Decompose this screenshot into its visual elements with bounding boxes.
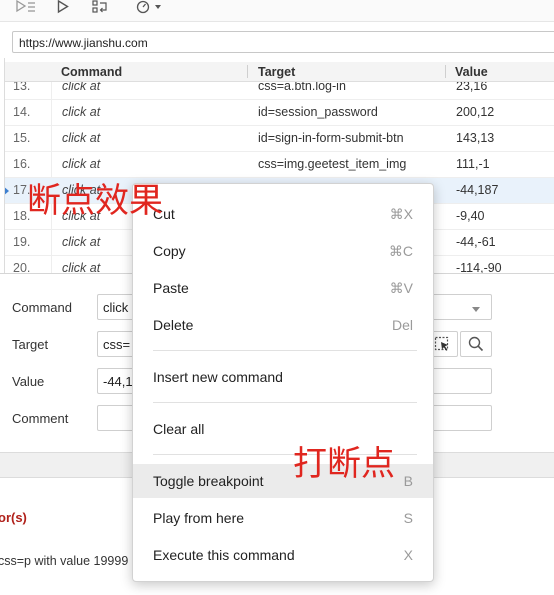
row-command: click at [62, 82, 101, 93]
table-row[interactable]: 15. click at id=sign-in-form-submit-btn … [5, 126, 554, 152]
context-menu: Cut ⌘X Copy ⌘C Paste ⌘V Delete Del Inser… [132, 183, 434, 582]
header-target: Target [258, 65, 296, 79]
row-value: 111,-1 [456, 157, 490, 171]
row-number: 20. [13, 261, 31, 273]
row-target: css=img.geetest_item_img [258, 157, 407, 171]
comment-label: Comment [12, 411, 69, 426]
annotation-breakpoint-effect: 断点效果 [27, 181, 163, 221]
row-value: 200,12 [456, 105, 495, 119]
row-value: -114,-90 [456, 261, 502, 273]
run-current-icon[interactable] [57, 0, 69, 14]
menu-item-label: Execute this command [153, 547, 295, 563]
header-separator[interactable] [445, 65, 446, 78]
row-command: click at [62, 235, 101, 249]
menu-item-label: Insert new command [153, 369, 283, 385]
value-label: Value [12, 374, 45, 389]
toolbar [0, 0, 554, 22]
row-value: -44,-61 [456, 235, 496, 249]
menu-item-copy[interactable]: Copy ⌘C [133, 234, 433, 268]
menu-item-paste[interactable]: Paste ⌘V [133, 271, 433, 305]
menu-item-shortcut: B [403, 473, 413, 489]
header-command: Command [61, 65, 123, 79]
menu-item-shortcut: ⌘X [389, 206, 413, 222]
menu-item-clear-all[interactable]: Clear all [133, 412, 433, 446]
menu-item-execute-this-command[interactable]: Execute this command X [133, 538, 433, 572]
menu-item-insert-new-command[interactable]: Insert new command [133, 360, 433, 394]
base-url-input[interactable]: https://www.jianshu.com [12, 31, 554, 53]
menu-item-label: Copy [153, 243, 186, 259]
log-error-summary: or(s) [0, 510, 27, 525]
run-all-icon[interactable] [16, 0, 36, 14]
row-number: 13. [13, 82, 31, 93]
row-value: 23,16 [456, 82, 488, 93]
step-icon[interactable] [92, 0, 108, 14]
search-icon [468, 336, 484, 352]
target-label: Target [12, 337, 49, 352]
header-separator[interactable] [247, 65, 248, 78]
row-target: css=a.btn.log-in [258, 82, 346, 93]
select-target-icon [434, 336, 449, 351]
speed-icon[interactable] [136, 0, 162, 14]
annotation-set-breakpoint: 打断点 [293, 444, 395, 484]
breakpoint-marker-icon[interactable] [5, 185, 9, 197]
row-command: click at [62, 261, 101, 273]
menu-separator [153, 350, 417, 351]
menu-separator [153, 402, 417, 403]
menu-item-shortcut: ⌘V [389, 280, 413, 296]
row-value: 143,13 [456, 131, 495, 145]
menu-item-label: Clear all [153, 421, 205, 437]
command-label: Command [12, 300, 72, 315]
menu-item-shortcut: Del [391, 317, 413, 333]
header-value: Value [455, 65, 488, 79]
row-number: 14. [13, 105, 31, 119]
row-number: 15. [13, 131, 31, 145]
menu-item-delete[interactable]: Delete Del [133, 308, 433, 342]
log-line: css=p with value 19999 [0, 554, 129, 568]
row-target: id=sign-in-form-submit-btn [258, 131, 404, 145]
menu-item-shortcut: ⌘C [388, 243, 413, 259]
command-table-header: Command Target Value [5, 62, 554, 82]
row-command: click at [62, 157, 101, 171]
row-number: 16. [13, 157, 31, 171]
table-row[interactable]: 13. click at css=a.btn.log-in 23,16 [5, 82, 554, 100]
row-command: click at [62, 105, 101, 119]
row-command: click at [62, 131, 101, 145]
menu-item-label: Toggle breakpoint [153, 473, 264, 489]
row-number: 19. [13, 235, 31, 249]
table-row[interactable]: 14. click at id=session_password 200,12 [5, 100, 554, 126]
menu-item-label: Play from here [153, 510, 245, 526]
chevron-down-icon[interactable] [472, 307, 480, 312]
menu-item-label: Paste [153, 280, 189, 296]
row-target: id=session_password [258, 105, 378, 119]
menu-item-play-from-here[interactable]: Play from here S [133, 501, 433, 535]
row-value: -44,187 [456, 183, 499, 197]
find-target-button[interactable] [460, 331, 492, 357]
row-value: -9,40 [456, 209, 485, 223]
menu-item-shortcut: X [403, 547, 413, 563]
table-row[interactable]: 16. click at css=img.geetest_item_img 11… [5, 152, 554, 178]
menu-item-label: Delete [153, 317, 194, 333]
menu-item-shortcut: S [403, 510, 413, 526]
menu-item-cut[interactable]: Cut ⌘X [133, 197, 433, 231]
